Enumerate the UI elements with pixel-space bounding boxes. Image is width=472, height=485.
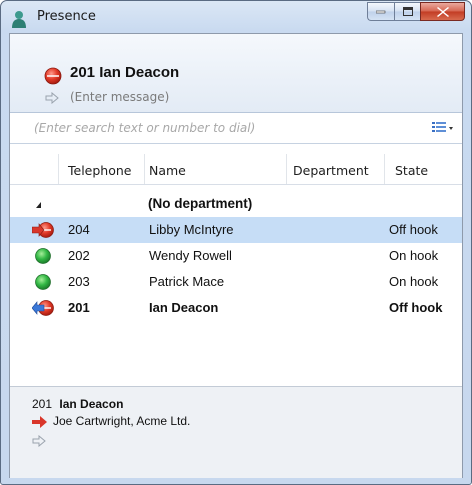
search-input[interactable] <box>10 113 436 143</box>
table-row[interactable]: 204 Libby McIntyre Off hook <box>10 217 462 243</box>
row-name: Ian Deacon <box>149 300 219 315</box>
column-name[interactable]: Name <box>149 163 186 178</box>
maximize-button[interactable] <box>394 2 420 21</box>
maximize-icon <box>402 7 413 16</box>
group-label: (No department) <box>148 196 253 211</box>
table-row[interactable]: 201 Ian Deacon Off hook <box>10 295 462 321</box>
person-icon <box>12 11 26 28</box>
table-header: Telephone Name Department State <box>10 154 462 185</box>
table-row[interactable]: 203 Patrick Mace On hook <box>10 269 462 295</box>
row-state: On hook <box>389 248 439 263</box>
current-user-name: 201 Ian Deacon <box>70 64 180 81</box>
column-telephone[interactable]: Telephone <box>68 163 131 178</box>
window-title: Presence <box>37 9 96 24</box>
row-telephone: 203 <box>68 274 90 289</box>
row-telephone: 204 <box>68 222 90 237</box>
status-message-field[interactable]: (Enter message) <box>70 90 169 104</box>
title-bar[interactable]: Presence <box>1 1 471 33</box>
detail-number: 201 <box>32 397 53 411</box>
row-state: On hook <box>389 274 439 289</box>
column-separator <box>286 154 287 184</box>
row-name: Libby McIntyre <box>149 222 234 237</box>
table-row[interactable]: 202 Wendy Rowell On hook <box>10 243 462 269</box>
row-telephone: 202 <box>68 248 90 263</box>
detail-user: 201 Ian Deacon <box>32 397 123 411</box>
column-separator <box>384 154 385 184</box>
collapse-arrow-icon[interactable] <box>36 202 41 208</box>
message-arrow-icon <box>32 435 46 447</box>
row-state: Off hook <box>389 300 443 315</box>
detail-pane: 201 Ian Deacon Joe Cartwright, Acme Ltd. <box>10 386 462 478</box>
row-telephone: 201 <box>68 300 90 315</box>
client-area: 201 Ian Deacon (Enter message) Telephone… <box>9 33 463 478</box>
row-name: Patrick Mace <box>149 274 225 289</box>
status-green-icon <box>35 274 51 290</box>
call-outgoing-red-icon <box>32 300 54 316</box>
window-controls <box>367 2 465 22</box>
row-name: Wendy Rowell <box>149 248 232 263</box>
status-green-icon <box>35 248 51 264</box>
column-separator <box>58 154 59 184</box>
column-state[interactable]: State <box>395 163 428 178</box>
close-icon <box>436 6 449 17</box>
row-state: Off hook <box>389 222 438 237</box>
call-incoming-red-icon <box>32 222 54 238</box>
detail-name: Ian Deacon <box>59 397 124 411</box>
minimize-icon <box>376 10 386 13</box>
minimize-button[interactable] <box>367 2 394 21</box>
column-separator <box>144 154 145 184</box>
column-department[interactable]: Department <box>293 163 369 178</box>
detail-call-partner: Joe Cartwright, Acme Ltd. <box>53 414 191 428</box>
status-busy-icon[interactable] <box>44 67 62 85</box>
message-arrow-icon <box>45 92 59 104</box>
group-header[interactable]: (No department) <box>10 194 462 216</box>
call-arrow-icon <box>32 416 47 428</box>
close-button[interactable] <box>420 2 465 21</box>
user-header: 201 Ian Deacon (Enter message) <box>10 34 462 113</box>
view-options-icon[interactable] <box>432 121 454 135</box>
presence-window: Presence 201 Ian Deacon (Enter message) … <box>0 0 472 485</box>
search-bar <box>10 113 462 144</box>
